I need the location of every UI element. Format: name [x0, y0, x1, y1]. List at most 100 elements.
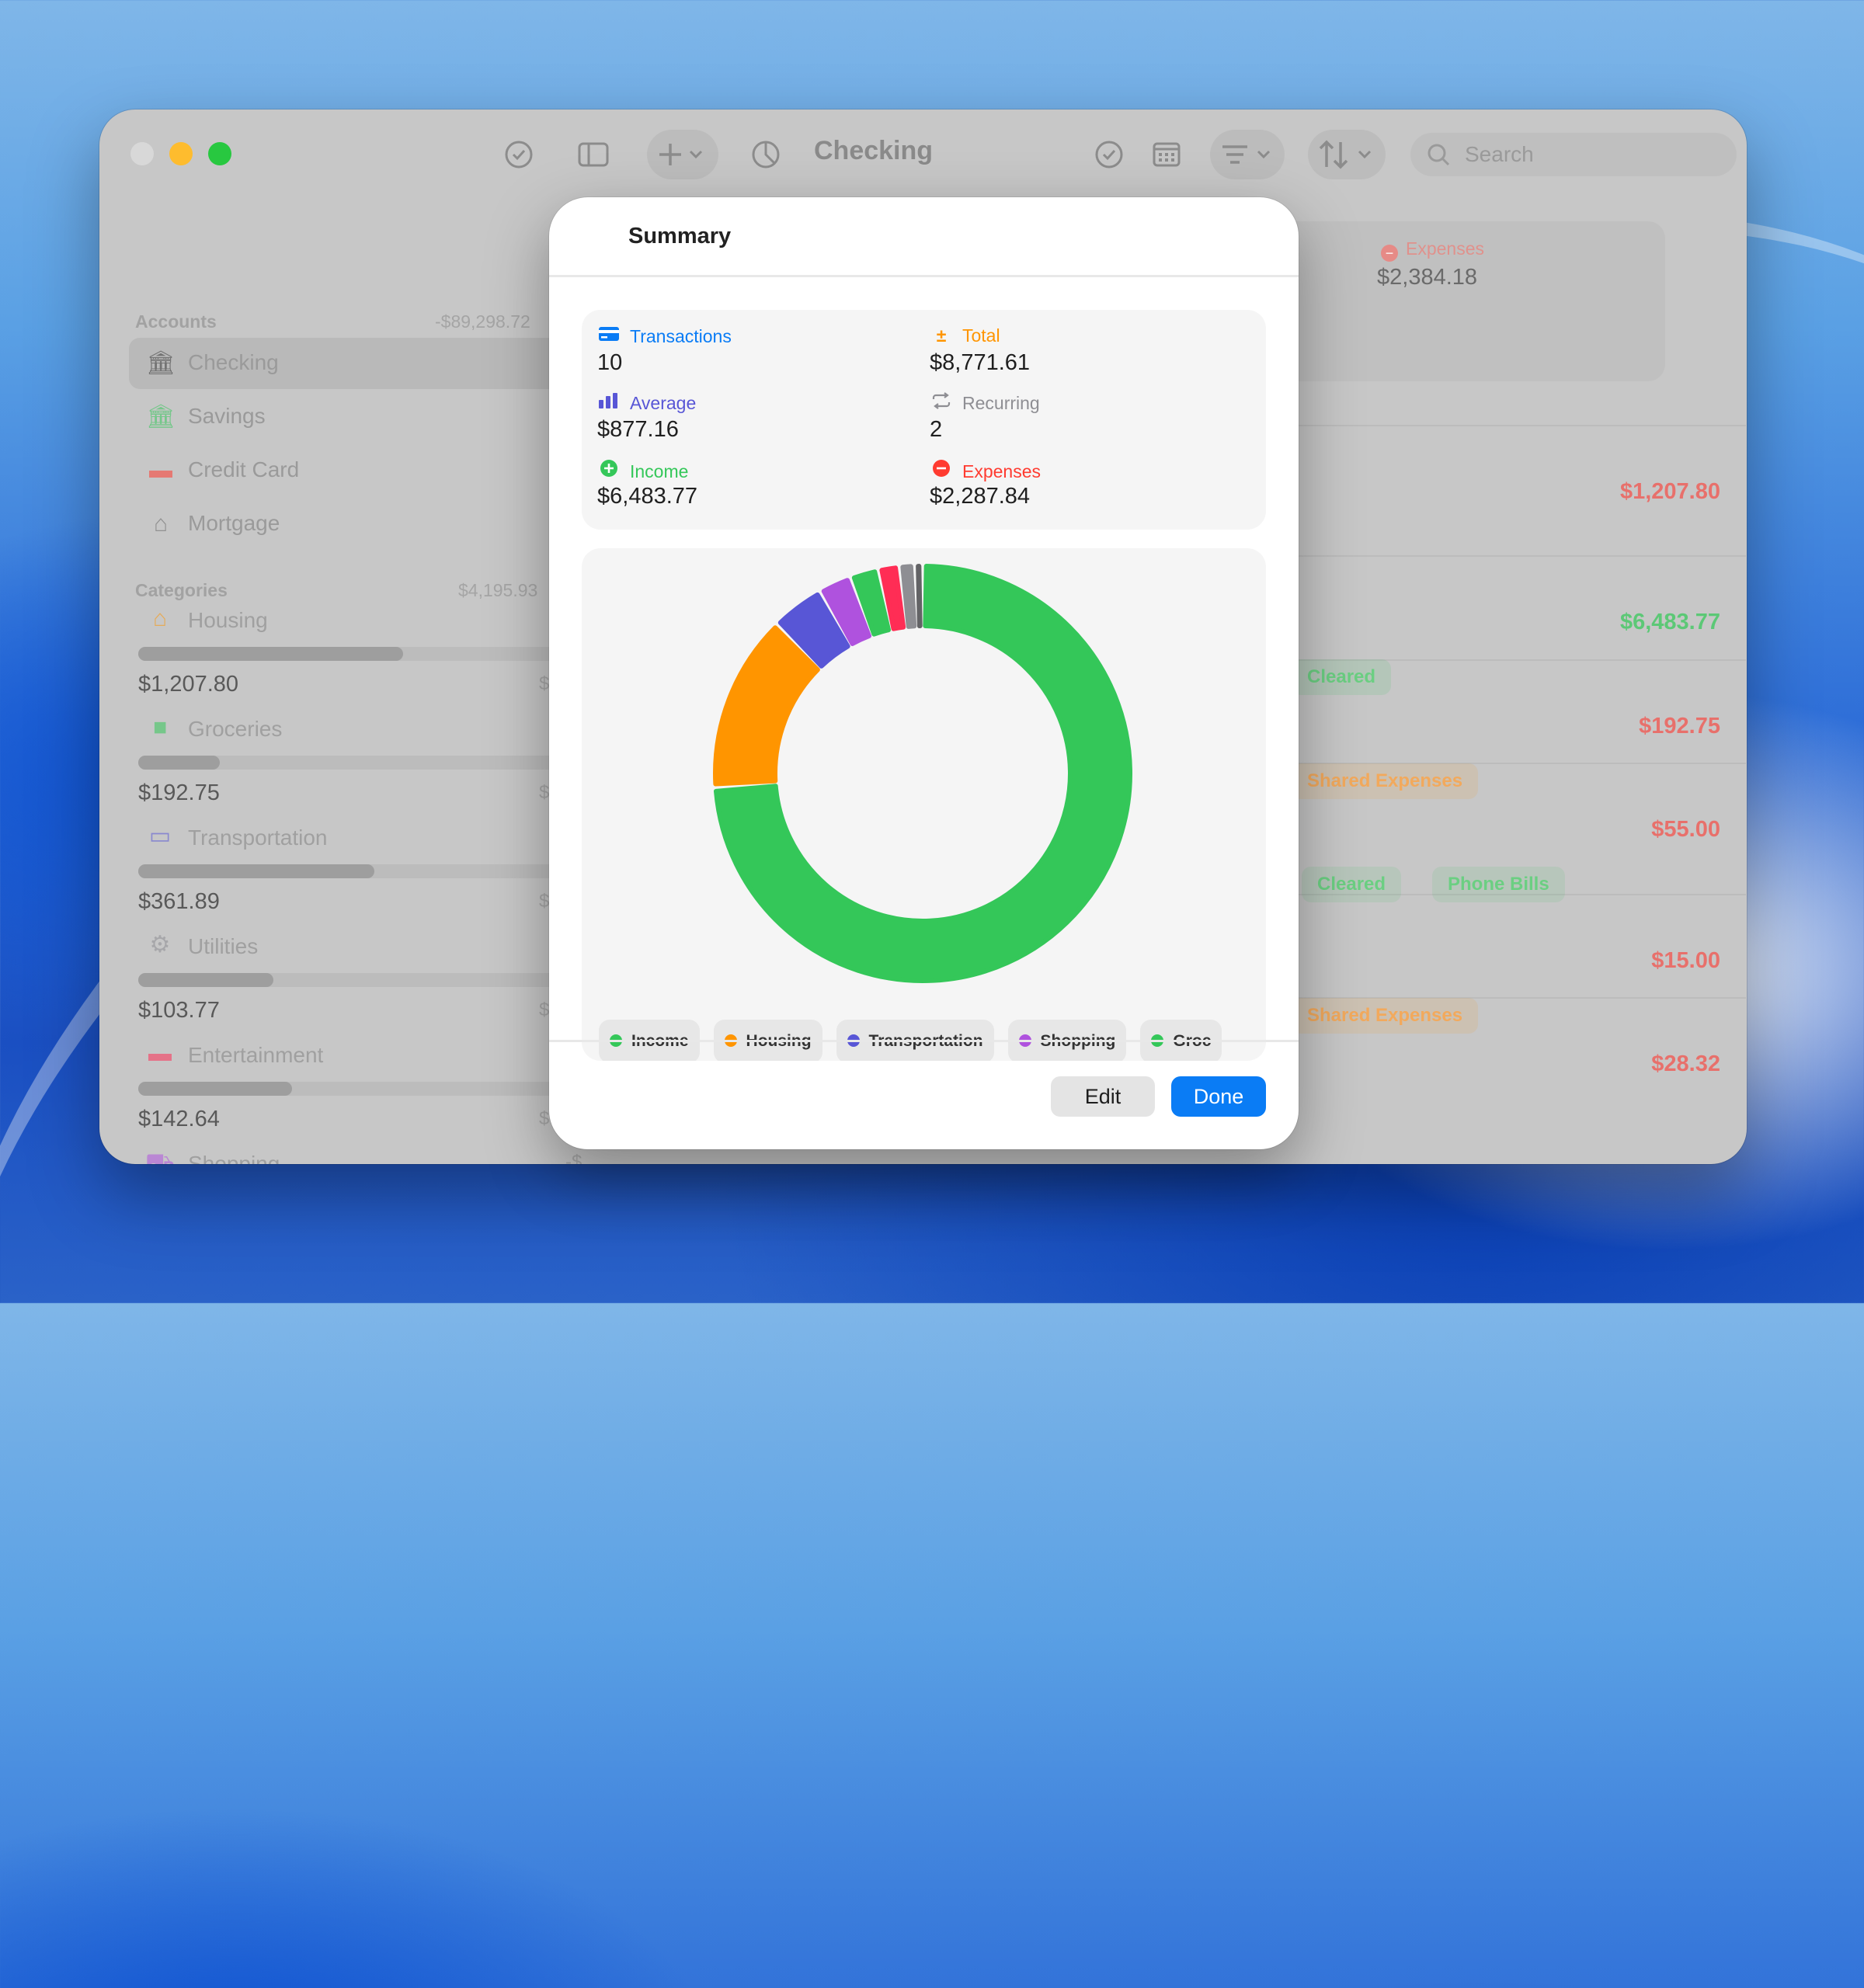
transaction-tag[interactable]: Shared Expenses [1292, 763, 1479, 799]
search-placeholder: Search [1465, 142, 1534, 166]
house-icon: ⌂ [153, 511, 169, 537]
category-progress-fill [138, 864, 374, 878]
pane-expenses-value: $2,384.18 [1377, 265, 1478, 290]
title-bar: Checking Search [99, 109, 1747, 195]
transaction-amount[interactable]: $1,207.80 [1620, 479, 1720, 505]
checkmark-circle-icon[interactable] [1092, 139, 1126, 170]
donut-slice-housing[interactable] [713, 625, 820, 787]
credit-card-icon [597, 325, 621, 347]
minimize-window-button[interactable] [169, 142, 193, 165]
plus-minus-icon: ± [936, 325, 947, 346]
account-name: Savings [188, 404, 266, 428]
add-menu-button[interactable] [647, 130, 718, 179]
bag-icon: ■ [152, 714, 168, 740]
recurring-label-text: Recurring [962, 393, 1040, 413]
sort-menu-button[interactable] [1308, 130, 1386, 179]
zoom-window-button[interactable] [208, 142, 231, 165]
done-button[interactable]: Done [1171, 1076, 1266, 1117]
category-limit: -$ [565, 1152, 582, 1164]
transaction-amount[interactable]: $15.00 [1651, 948, 1720, 974]
transaction-tag[interactable]: Cleared [1292, 659, 1392, 695]
pie-chart-icon[interactable] [749, 139, 783, 170]
accounts-total: -$89,298.72 [435, 311, 530, 332]
header-divider [549, 275, 1299, 277]
category-name: Housing [188, 608, 268, 632]
calendar-icon[interactable] [1149, 139, 1184, 170]
transaction-tag[interactable]: Cleared [1302, 867, 1402, 902]
expenses-label: Expenses [930, 459, 1041, 482]
expenses-value: $2,287.84 [930, 484, 1031, 509]
recurring-value: 2 [930, 417, 943, 442]
footer-divider [549, 1040, 1299, 1042]
edit-button[interactable]: Edit [1051, 1076, 1155, 1117]
total-value: $8,771.61 [930, 350, 1031, 375]
bar-chart-icon [597, 392, 621, 414]
categories-header: Categories [135, 580, 228, 600]
transactions-label-text: Transactions [630, 326, 732, 346]
category-name: Shopping [188, 1152, 280, 1164]
donut-slice-utilities[interactable] [900, 564, 917, 629]
cart-icon: ⛟ [145, 1149, 175, 1164]
transaction-tag[interactable]: Phone Bills [1432, 867, 1565, 902]
transaction-amount[interactable]: $192.75 [1639, 714, 1720, 739]
checkmark-circle-icon[interactable] [502, 139, 536, 170]
category-name: Entertainment [188, 1043, 324, 1067]
sidebar-toggle-icon[interactable] [576, 139, 610, 170]
category-name: Groceries [188, 717, 283, 741]
category-name: Transportation [188, 825, 328, 850]
category-spent: $1,207.80 [138, 672, 239, 697]
expenses-label-text: Expenses [962, 461, 1042, 481]
donut-chart [713, 564, 1132, 983]
house-icon: ⌂ [152, 606, 168, 631]
category-spent: $192.75 [138, 780, 220, 805]
category-spent: $361.89 [138, 889, 220, 914]
search-icon [1428, 133, 1451, 191]
category-progress-bar [138, 973, 620, 987]
pane-expenses-label: − Expenses [1381, 238, 1484, 262]
minus-circle-icon: − [1381, 245, 1398, 262]
transactions-label: Transactions [597, 325, 732, 347]
categories-total: $4,195.93 [458, 580, 538, 600]
repeat-icon [930, 392, 953, 414]
average-value: $877.16 [597, 417, 679, 442]
sheet-title: Summary [628, 224, 732, 248]
transaction-amount[interactable]: $28.32 [1651, 1051, 1720, 1077]
average-label: Average [597, 392, 696, 414]
donut-slice-phone-bills[interactable] [916, 564, 923, 629]
bank-icon: 🏛 [146, 350, 176, 376]
bank-icon: 🏛 [146, 404, 176, 429]
stats-card: Transactions 10 ± Total $8,771.61 Average… [582, 310, 1266, 530]
summary-sheet: Summary Transactions 10 ± Total $8,771.61… [549, 197, 1299, 1149]
car-icon: ▭ [148, 823, 172, 849]
category-spent: $103.77 [138, 998, 220, 1023]
account-name: Mortgage [188, 511, 280, 535]
transaction-amount[interactable]: $55.00 [1651, 817, 1720, 843]
plus-circle-icon [597, 459, 621, 482]
account-name: Credit Card [188, 457, 300, 481]
transaction-amount[interactable]: $6,483.77 [1620, 610, 1720, 635]
minus-circle-icon [930, 459, 953, 482]
income-value: $6,483.77 [597, 484, 698, 509]
category-spent: $142.64 [138, 1107, 220, 1131]
transaction-tag[interactable]: Shared Expenses [1292, 998, 1479, 1034]
category-progress-fill [138, 756, 221, 770]
transaction-divider [1280, 763, 1746, 764]
tv-icon: ▬ [148, 1041, 172, 1066]
category-name: Utilities [188, 934, 259, 958]
category-progress-fill [138, 973, 273, 987]
close-window-button[interactable] [130, 142, 154, 165]
accounts-header: Accounts [135, 311, 217, 332]
total-label-text: Total [962, 325, 1000, 346]
category-progress-bar [138, 1082, 620, 1096]
recurring-label: Recurring [930, 392, 1040, 414]
transaction-divider [1280, 555, 1746, 557]
account-name: Checking [188, 350, 279, 374]
category-progress-fill [138, 647, 403, 661]
search-input[interactable]: Search [1410, 133, 1737, 176]
income-label: Income [597, 459, 688, 482]
transaction-divider [1280, 997, 1746, 999]
transaction-divider [1280, 659, 1746, 661]
gear-icon: ⚙ [149, 932, 171, 958]
filter-menu-button[interactable] [1210, 130, 1285, 179]
category-progress-fill [138, 1082, 293, 1096]
